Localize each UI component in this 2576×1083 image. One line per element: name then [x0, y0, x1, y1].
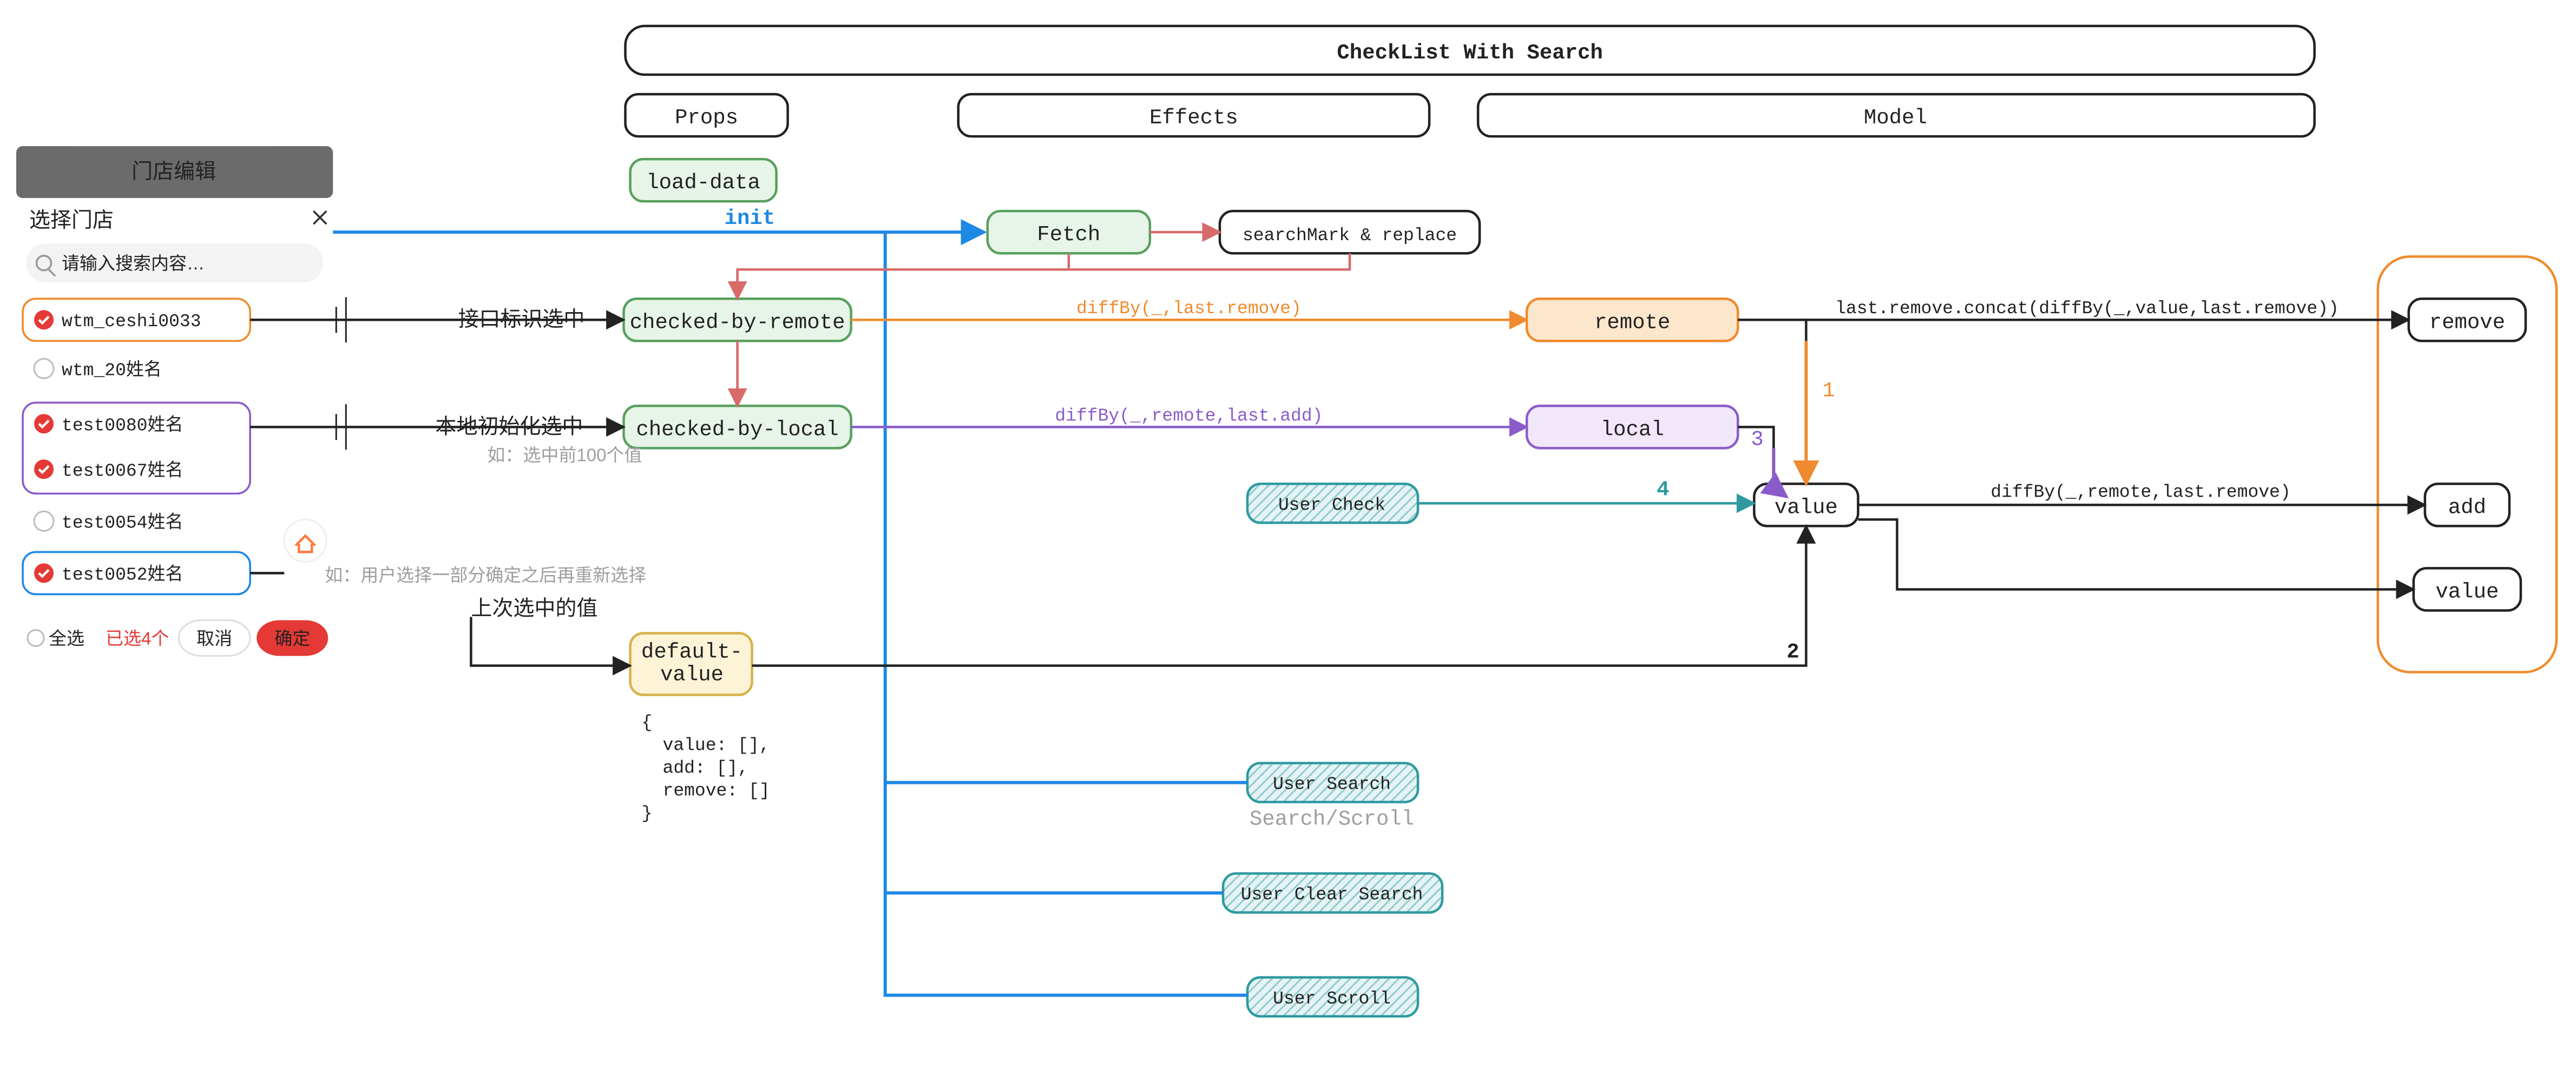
edge-diff-remote: diffBy(_,last.remove)	[1076, 299, 1302, 319]
confirm-label: 确定	[274, 628, 310, 648]
node-value-label: value	[1775, 496, 1838, 519]
node-user-check-label: User Check	[1278, 495, 1385, 515]
select-all[interactable]: 全选	[49, 628, 84, 648]
anno-default: 如：用户选择一部分确定之后再重新选择	[325, 565, 646, 585]
anno-lastvalue: 上次选中的值	[471, 597, 597, 620]
node-fetch-label: Fetch	[1037, 223, 1100, 247]
node-default-value-label-2: value	[660, 663, 724, 687]
list-item-label: wtm_ceshi0033	[62, 312, 201, 332]
out-add-label: add	[2448, 496, 2486, 519]
sheet-title: 选择门店	[29, 209, 114, 232]
svg-text:remove: []: remove: []	[663, 781, 770, 801]
phone-mock: 门店编辑 选择门店 请输入搜索内容… wtm_ceshi0033 wtm_20姓…	[16, 146, 333, 722]
node-load-data-label: load-data	[646, 171, 760, 195]
svg-text:}: }	[642, 804, 653, 824]
node-local-label: local	[1601, 418, 1664, 441]
col-effects-label: Effects	[1149, 106, 1238, 130]
svg-text:value: [],: value: [],	[663, 736, 770, 756]
search-scroll-hint: Search/Scroll	[1250, 808, 1414, 831]
diagram-canvas: CheckList With Search Props Effects Mode…	[0, 0, 2576, 1083]
out-remove-label: remove	[2429, 311, 2505, 334]
node-checked-local-label: checked-by-local	[636, 418, 838, 441]
node-user-scroll-label: User Scroll	[1273, 989, 1391, 1009]
edge-4: 4	[1657, 478, 1669, 501]
list-item-label: test0052姓名	[62, 564, 183, 585]
node-default-value-label-1: default-	[641, 640, 742, 664]
edge-init-label: init	[725, 207, 776, 230]
svg-text:add: [],: add: [],	[663, 758, 748, 778]
edge-add-expr: diffBy(_,remote,last.remove)	[1990, 482, 2290, 502]
edge-1: 1	[1822, 379, 1835, 402]
list-item-label: wtm_20姓名	[62, 359, 162, 380]
edge-init-trunk	[333, 232, 1247, 995]
home-badge[interactable]	[284, 519, 326, 562]
node-user-clear-label: User Clear Search	[1241, 885, 1423, 905]
col-model-label: Model	[1864, 106, 1927, 130]
col-props-label: Props	[675, 106, 738, 130]
phone-top-title: 门店编辑	[132, 160, 216, 183]
edge-2: 2	[1786, 640, 1799, 664]
list-item-label: test0054姓名	[62, 512, 183, 533]
node-search-mark-label: searchMark & replace	[1243, 226, 1457, 246]
list-item-label: test0080姓名	[62, 414, 183, 435]
anno-local-sub: 如：选中前100个值	[487, 445, 642, 465]
node-remote-label: remote	[1594, 311, 1670, 334]
default-value-snippet: {	[642, 713, 653, 733]
selected-count: 已选4个	[106, 628, 169, 648]
list-item-label: test0067姓名	[62, 460, 183, 481]
node-user-search-label: User Search	[1273, 775, 1391, 795]
search-placeholder: 请输入搜索内容…	[62, 253, 205, 273]
edge-remove-expr: last.remove.concat(diffBy(_,value,last.r…	[1835, 299, 2339, 319]
cancel-label: 取消	[196, 628, 232, 648]
edge-diff-local: diffBy(_,remote,last.add)	[1055, 406, 1323, 426]
edge-3: 3	[1751, 427, 1763, 451]
title: CheckList With Search	[1337, 41, 1602, 65]
out-value-label: value	[2435, 580, 2499, 604]
node-checked-remote-label: checked-by-remote	[630, 311, 845, 334]
